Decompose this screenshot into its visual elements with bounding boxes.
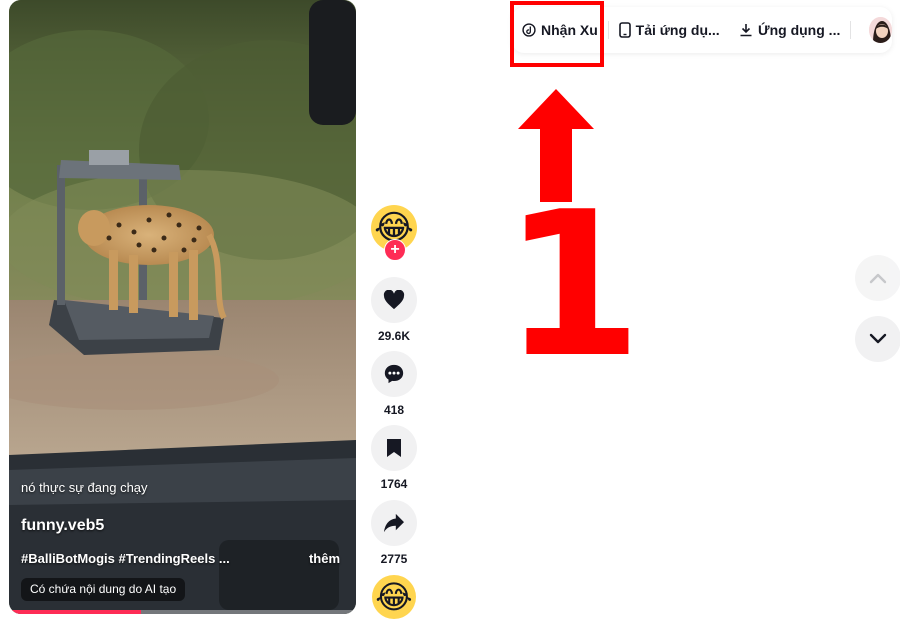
get-app-button[interactable]: Tải ứng dụ... [618, 22, 720, 38]
download-icon [740, 24, 752, 37]
user-profile-avatar[interactable] [869, 17, 892, 43]
progress-fill [9, 610, 141, 614]
previous-video-button[interactable] [855, 255, 900, 301]
heart-icon [383, 290, 405, 310]
desktop-app-label: Ứng dụng ... [757, 22, 841, 38]
chevron-down-icon [869, 333, 887, 344]
follow-button[interactable]: + [384, 239, 406, 261]
highlight-box [510, 1, 604, 67]
share-arrow-icon [384, 513, 404, 533]
get-app-label: Tải ứng dụ... [635, 22, 720, 38]
ai-content-badge: Có chứa nội dung do AI tạo [21, 578, 186, 601]
video-player[interactable]: nó thực sự đang chạy funny.veb5 #BalliBo… [9, 0, 356, 614]
chevron-up-icon [869, 273, 887, 284]
phone-icon [618, 22, 631, 38]
desktop-app-button[interactable]: Ứng dụng ... [739, 22, 840, 38]
bookmark-icon [387, 439, 401, 457]
like-action: 29.6K [371, 277, 417, 343]
profile-picture [869, 17, 892, 43]
comment-action: 418 [371, 351, 417, 417]
comment-icon [384, 364, 404, 384]
divider [850, 21, 852, 39]
save-count: 1764 [380, 477, 408, 491]
video-hashtags[interactable]: #BalliBotMogis #TrendingReels ... [21, 551, 230, 566]
share-action: 2775 [371, 500, 417, 566]
save-button[interactable] [371, 425, 417, 471]
next-video-button[interactable] [855, 316, 900, 362]
divider [607, 21, 609, 39]
author-username[interactable]: funny.veb5 [21, 517, 104, 535]
comment-count: 418 [383, 403, 405, 417]
like-button[interactable] [371, 277, 417, 323]
like-count: 29.6K [377, 329, 411, 343]
save-action: 1764 [371, 425, 417, 491]
share-button[interactable] [371, 500, 417, 546]
next-creator-avatar[interactable]: 😂 [372, 575, 416, 619]
step-number: 1 [503, 169, 643, 402]
share-count: 2775 [380, 552, 408, 566]
video-caption: nó thực sự đang chạy [21, 480, 148, 495]
creator-avatar[interactable]: 😂 + [371, 205, 417, 261]
more-button[interactable]: thêm [309, 551, 340, 566]
comment-button[interactable] [371, 351, 417, 397]
progress-track[interactable] [9, 610, 356, 614]
